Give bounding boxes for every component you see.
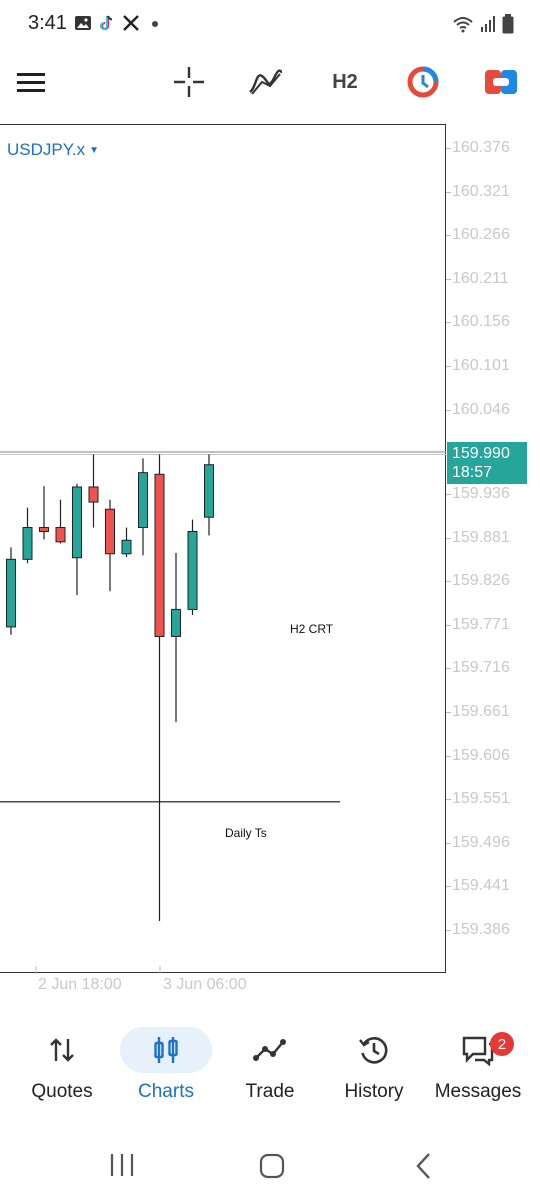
price-axis-tick bbox=[446, 668, 451, 670]
price-axis-label: 160.211 bbox=[452, 269, 509, 287]
price-axis-label: 159.716 bbox=[452, 659, 510, 677]
nav-charts[interactable]: Charts bbox=[112, 1020, 220, 1110]
price-axis-label: 159.386 bbox=[452, 921, 510, 938]
nav-trade[interactable]: Trade bbox=[216, 1020, 324, 1110]
one-click-trading-icon[interactable] bbox=[404, 55, 442, 109]
price-axis-label: 159.551 bbox=[452, 790, 510, 808]
chart-area[interactable] bbox=[0, 124, 446, 973]
price-axis-label: 159.496 bbox=[452, 833, 510, 851]
system-navigation-bar bbox=[0, 1140, 540, 1190]
price-axis-label: 159.606 bbox=[452, 746, 510, 764]
price-axis-tick bbox=[446, 799, 451, 801]
price-axis-tick bbox=[446, 624, 451, 626]
quotes-icon bbox=[50, 1038, 74, 1062]
signal-icon bbox=[480, 15, 496, 38]
time-axis-label: 2 Jun 18:00 bbox=[38, 976, 122, 993]
trade-icon bbox=[253, 1039, 286, 1061]
price-axis-tick bbox=[446, 235, 451, 237]
price-axis-tick bbox=[446, 191, 451, 193]
crosshair-icon[interactable] bbox=[170, 55, 208, 109]
price-axis-tick bbox=[446, 148, 451, 149]
x-icon bbox=[122, 14, 140, 32]
price-axis-tick bbox=[446, 755, 451, 757]
price-axis-label: 160.046 bbox=[452, 400, 510, 418]
price-axis-tick bbox=[446, 712, 451, 713]
dot-icon bbox=[146, 14, 164, 32]
time-axis-label: 3 Jun 06:00 bbox=[163, 976, 247, 993]
menu-icon[interactable] bbox=[14, 55, 48, 109]
tiktok-icon bbox=[98, 14, 116, 32]
nav-charts-label: Charts bbox=[138, 1081, 194, 1102]
price-axis-label: 159.936 bbox=[452, 485, 510, 502]
chevron-down-icon: ▼ bbox=[89, 144, 100, 156]
price-axis-label: 160.376 bbox=[452, 139, 510, 156]
nav-messages-label: Messages bbox=[434, 1081, 522, 1102]
messages-badge: 2 bbox=[490, 1032, 514, 1056]
recent-apps-icon[interactable] bbox=[108, 1152, 136, 1183]
nav-history-label: History bbox=[344, 1081, 404, 1102]
symbol-selector[interactable]: USDJPY.x ▼ bbox=[7, 140, 99, 160]
price-axis-tick bbox=[446, 842, 451, 844]
price-axis-tick bbox=[446, 278, 451, 280]
status-time: 3:41 bbox=[28, 12, 67, 34]
nav-history[interactable]: History bbox=[320, 1020, 428, 1110]
price-axis-tick bbox=[446, 886, 451, 888]
gallery-icon bbox=[74, 14, 92, 32]
price-axis-tick bbox=[446, 581, 451, 583]
price-axis-tick bbox=[446, 494, 451, 495]
price-axis-tick bbox=[446, 366, 451, 367]
charts-icon bbox=[154, 1037, 178, 1063]
nav-quotes-label: Quotes bbox=[31, 1081, 93, 1102]
bottom-navigation: Quotes Charts Trade History 2 Messages bbox=[0, 1020, 540, 1110]
timeframe-button[interactable]: H2 bbox=[325, 55, 365, 109]
nav-quotes[interactable]: Quotes bbox=[8, 1020, 116, 1110]
battery-icon bbox=[502, 14, 514, 39]
back-icon[interactable] bbox=[412, 1152, 436, 1185]
trade-panel-icon[interactable] bbox=[482, 55, 520, 109]
h2-crt-annotation[interactable]: H2 CRT bbox=[290, 622, 333, 636]
wifi-icon bbox=[452, 15, 474, 38]
price-axis-label: 160.321 bbox=[452, 182, 510, 200]
price-axis-label: 159.661 bbox=[452, 703, 510, 720]
symbol-label: USDJPY.x bbox=[7, 140, 86, 159]
price-axis-label: 159.441 bbox=[452, 877, 510, 895]
price-axis-label: 160.101 bbox=[452, 357, 510, 374]
nav-trade-label: Trade bbox=[245, 1081, 295, 1102]
price-axis-tick bbox=[446, 322, 451, 324]
price-axis-label: 160.266 bbox=[452, 226, 510, 244]
price-axis-label: 159.826 bbox=[452, 572, 510, 590]
price-axis-label: 159.771 bbox=[452, 615, 510, 633]
price-axis-tick bbox=[446, 537, 451, 539]
daily-ts-annotation[interactable]: Daily Ts bbox=[225, 826, 267, 840]
price-axis-tick bbox=[446, 930, 451, 931]
price-axis-label: 159.881 bbox=[452, 528, 510, 546]
home-icon[interactable] bbox=[258, 1152, 286, 1185]
history-icon bbox=[359, 1037, 388, 1064]
status-bar: 3:41 bbox=[0, 0, 540, 50]
bar-countdown: 18:57 bbox=[452, 464, 493, 481]
indicators-icon[interactable] bbox=[246, 55, 286, 109]
nav-messages[interactable]: 2 Messages bbox=[424, 1020, 532, 1110]
price-axis-tick bbox=[446, 409, 451, 411]
current-price: 159.990 bbox=[452, 445, 510, 462]
chart-toolbar: H2 bbox=[0, 55, 540, 109]
price-axis-label: 160.156 bbox=[452, 313, 510, 331]
current-price-box: 159.990 18:57 bbox=[447, 442, 527, 484]
